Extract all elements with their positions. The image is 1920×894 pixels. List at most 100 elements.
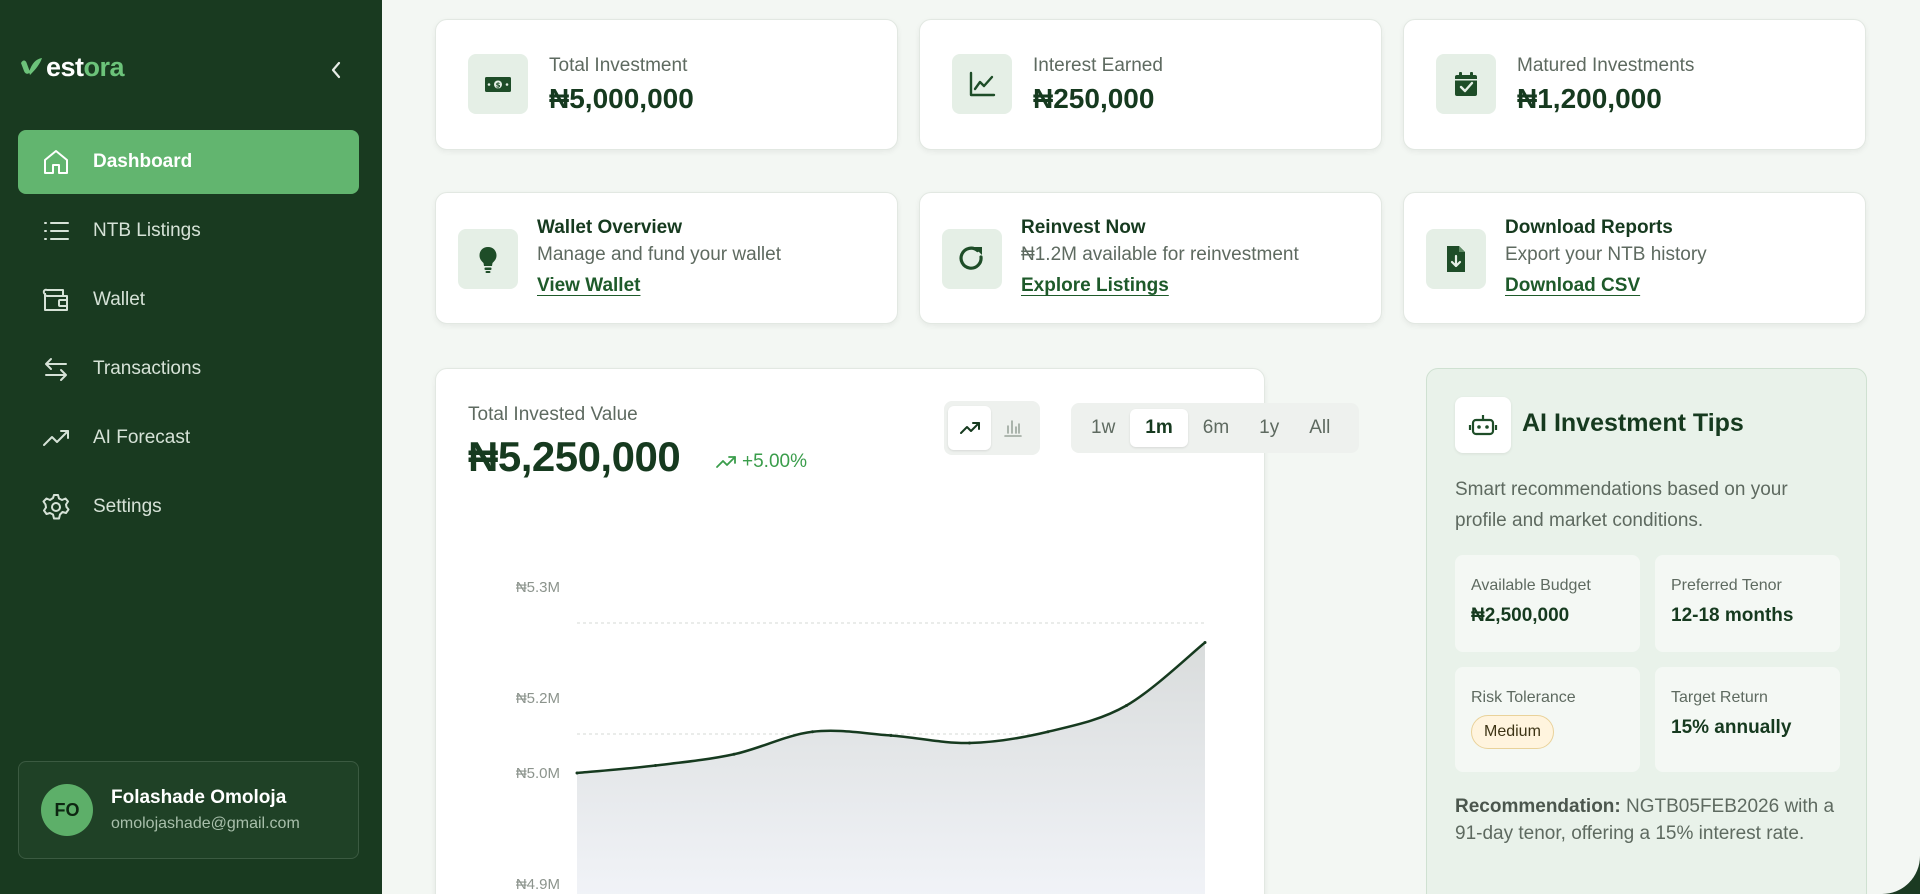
tip-available-budget: Available Budget ₦2,500,000: [1455, 555, 1640, 652]
recommendation-label: Recommendation:: [1455, 796, 1621, 817]
tip-label: Available Budget: [1471, 577, 1591, 594]
range-1w-button[interactable]: 1w: [1076, 409, 1130, 447]
trending-icon: [40, 422, 72, 454]
data-point[interactable]: [811, 730, 814, 734]
tip-label: Target Return: [1671, 689, 1768, 706]
sidebar-item-transactions[interactable]: Transactions: [18, 337, 359, 401]
y-tick-label: ₦4.9M: [516, 876, 560, 893]
stat-card-interest-earned: Interest Earned ₦250,000: [919, 19, 1382, 150]
gear-icon: [40, 491, 72, 523]
area-fill: [577, 642, 1205, 894]
trending-up-icon: [716, 456, 736, 468]
tip-value: 12-18 months: [1671, 605, 1794, 626]
data-point[interactable]: [732, 752, 736, 756]
refresh-icon: [942, 229, 1002, 289]
ai-investment-tips-card: AI Investment Tips Smart recommendations…: [1426, 368, 1867, 894]
sidebar-item-label: Settings: [93, 496, 162, 517]
tips-title: AI Investment Tips: [1522, 409, 1744, 437]
robot-icon: [1455, 397, 1511, 453]
collapse-sidebar-button[interactable]: [322, 56, 350, 84]
action-card-reinvest-now: Reinvest Now ₦1.2M available for reinves…: [919, 192, 1382, 324]
range-all-button[interactable]: All: [1294, 409, 1345, 447]
data-point[interactable]: [1046, 730, 1050, 734]
sidebar-item-ai-forecast[interactable]: AI Forecast: [18, 406, 359, 470]
chart-type-toggle: [944, 401, 1040, 455]
list-icon: [40, 215, 72, 247]
chart-value: ₦5,250,000: [468, 433, 681, 480]
action-title: Download Reports: [1505, 217, 1673, 238]
file-download-icon: [1426, 229, 1486, 289]
range-1m-button[interactable]: 1m: [1130, 409, 1188, 447]
change-indicator: +5.00%: [715, 451, 807, 473]
tip-value: ₦2,500,000: [1471, 605, 1570, 626]
action-desc: ₦1.2M available for reinvestment: [1021, 244, 1299, 265]
range-1y-button[interactable]: 1y: [1244, 409, 1294, 447]
view-wallet-link[interactable]: View Wallet: [537, 275, 640, 297]
risk-badge: Medium: [1471, 715, 1554, 749]
chevron-left-icon: [331, 61, 341, 79]
chart-line-icon: [952, 54, 1012, 114]
sidebar-item-label: NTB Listings: [93, 220, 201, 241]
transfer-icon: [40, 353, 72, 385]
sidebar-item-dashboard[interactable]: Dashboard: [18, 130, 359, 194]
action-title: Wallet Overview: [537, 217, 683, 238]
main-content: $ Total Investment ₦5,000,000 Interest E…: [382, 0, 1920, 894]
y-tick-label: ₦5.3M: [516, 579, 560, 596]
user-profile-card[interactable]: FO Folashade Omoloja omolojashade@gmail.…: [18, 761, 359, 859]
action-card-wallet-overview: Wallet Overview Manage and fund your wal…: [435, 192, 898, 324]
data-point[interactable]: [1203, 641, 1207, 644]
profile-email: omolojashade@gmail.com: [111, 815, 300, 832]
data-point[interactable]: [575, 771, 579, 775]
explore-listings-link[interactable]: Explore Listings: [1021, 275, 1169, 297]
sidebar-item-ntb-listings[interactable]: NTB Listings: [18, 199, 359, 263]
tip-label: Risk Tolerance: [1471, 689, 1576, 706]
leaf-logo-icon: [21, 57, 42, 75]
stat-value: ₦5,000,000: [549, 83, 694, 114]
line-chart-button[interactable]: [948, 406, 991, 450]
action-card-download-reports: Download Reports Export your NTB history…: [1403, 192, 1866, 324]
y-tick-label: ₦5.0M: [516, 765, 560, 782]
range-6m-button[interactable]: 6m: [1188, 409, 1244, 447]
sidebar-item-label: Transactions: [93, 358, 202, 379]
sidebar-item-label: Wallet: [93, 289, 146, 310]
stat-label: Total Investment: [549, 55, 688, 76]
stat-label: Matured Investments: [1517, 55, 1695, 76]
sidebar: estora Dashboard NTB Listings Wallet Tra…: [0, 0, 382, 894]
profile-name: Folashade Omoloja: [111, 787, 287, 808]
bar-chart-button[interactable]: [991, 406, 1034, 450]
download-csv-link[interactable]: Download CSV: [1505, 275, 1640, 297]
data-point[interactable]: [654, 764, 657, 767]
stat-card-total-investment: $ Total Investment ₦5,000,000: [435, 19, 898, 150]
recommendation-text: Recommendation: NGTB05FEB2026 with a 91-…: [1455, 793, 1850, 847]
invested-value-chart-card: ₦5.3M ₦5.2M ₦5.0M ₦4.9M Total Invested Valu…: [435, 368, 1359, 894]
y-tick-label: ₦5.2M: [516, 690, 560, 707]
lightbulb-icon: [458, 229, 518, 289]
stat-value: ₦1,200,000: [1517, 83, 1662, 114]
time-range-selector: 1w 1m 6m 1y All: [1071, 403, 1359, 453]
change-value: +5.00%: [742, 451, 807, 472]
tip-risk-tolerance: Risk Tolerance Medium: [1455, 667, 1640, 772]
sidebar-nav: Dashboard NTB Listings Wallet Transactio…: [18, 130, 359, 544]
home-icon: [40, 146, 72, 178]
stat-value: ₦250,000: [1033, 83, 1155, 114]
tip-target-return: Target Return 15% annually: [1655, 667, 1840, 772]
stat-label: Interest Earned: [1033, 55, 1163, 76]
avatar: FO: [41, 784, 93, 836]
data-point[interactable]: [1125, 704, 1128, 707]
sidebar-item-settings[interactable]: Settings: [18, 475, 359, 539]
trending-icon: [959, 422, 980, 434]
tip-preferred-tenor: Preferred Tenor 12-18 months: [1655, 555, 1840, 652]
sidebar-item-wallet[interactable]: Wallet: [18, 268, 359, 332]
action-title: Reinvest Now: [1021, 217, 1146, 238]
data-point[interactable]: [889, 734, 893, 737]
sidebar-item-label: Dashboard: [93, 151, 193, 172]
data-point[interactable]: [968, 741, 971, 745]
chart-label: Total Invested Value: [468, 404, 638, 425]
sidebar-item-label: AI Forecast: [93, 427, 191, 448]
brand-logo[interactable]: estora: [18, 52, 125, 83]
tips-description: Smart recommendations based on your prof…: [1455, 479, 1788, 531]
svg-text:$: $: [496, 82, 501, 90]
action-desc: Manage and fund your wallet: [537, 244, 781, 265]
cash-icon: $: [468, 54, 528, 114]
logo-text-ora: ora: [83, 52, 125, 82]
